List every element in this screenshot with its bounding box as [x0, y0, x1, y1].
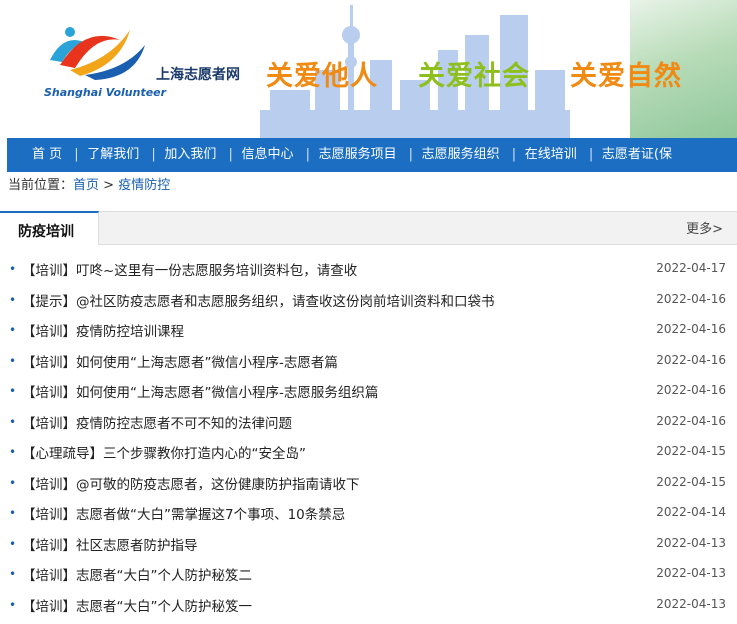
bullet-icon: •	[9, 353, 17, 368]
article-link[interactable]: 【培训】如何使用“上海志愿者”微信小程序-志愿者篇	[22, 351, 338, 371]
bullet-icon: •	[9, 384, 17, 398]
nav-item-certificate[interactable]: 志愿者证(保	[589, 138, 682, 172]
bullet-icon: •	[9, 262, 17, 276]
article-link[interactable]: 【培训】疫情防控志愿者不可不知的法律问题	[22, 412, 292, 432]
list-item: • 【培训】如何使用“上海志愿者”微信小程序-志愿者篇 2022-04-16	[0, 346, 737, 377]
bullet-icon: •	[9, 475, 17, 490]
article-link[interactable]: 【培训】志愿者“大白”个人防护秘笈一	[22, 595, 252, 615]
slogan-3: 关爱自然	[570, 61, 682, 92]
nav-corner-decoration	[0, 138, 18, 172]
nav-item-projects[interactable]: 志愿服务项目	[306, 138, 407, 172]
breadcrumb-label: 当前位置：	[8, 178, 74, 193]
list-item: • 【心理疏导】三个步骤教你打造内心的“安全岛” 2022-04-15	[0, 437, 737, 468]
panel-header: 防疫培训 更多>	[0, 211, 737, 245]
article-date: 2022-04-16	[656, 291, 726, 306]
list-item: • 【提示】@社区防疫志愿者和志愿服务组织，请查收这份岗前培训资料和口袋书 2022…	[0, 285, 737, 316]
article-link[interactable]: 【心理疏导】三个步骤教你打造内心的“安全岛”	[22, 442, 306, 462]
article-link[interactable]: 【培训】@可敬的防疫志愿者，这份健康防护指南请收下	[22, 473, 360, 493]
nav-item-join[interactable]: 加入我们	[151, 138, 226, 172]
bullet-icon: •	[9, 414, 17, 429]
article-list: • 【培训】叮咚~这里有一份志愿服务培训资料包，请查收 2022-04-17 • 【提…	[0, 254, 737, 620]
article-date: 2022-04-16	[656, 413, 726, 428]
nav-item-home[interactable]: 首 页	[22, 138, 72, 172]
article-link[interactable]: 【培训】如何使用“上海志愿者”微信小程序-志愿服务组织篇	[22, 381, 378, 401]
article-date: 2022-04-16	[656, 352, 726, 367]
slogan-1: 关爱他人	[266, 61, 378, 92]
bullet-icon: •	[9, 323, 17, 337]
bullet-icon: •	[9, 445, 17, 459]
bullet-icon: •	[9, 597, 17, 612]
list-item: • 【培训】疫情防控培训课程 2022-04-16	[0, 315, 737, 346]
article-link[interactable]: 【培训】志愿者“大白”个人防护秘笈二	[22, 564, 252, 584]
panel-title: 防疫培训	[18, 224, 74, 240]
nav-item-info[interactable]: 信息中心	[228, 138, 303, 172]
list-item: • 【培训】志愿者“大白”个人防护秘笈一 2022-04-13	[0, 590, 737, 621]
article-date: 2022-04-14	[656, 505, 726, 519]
nav-item-organizations[interactable]: 志愿服务组织	[409, 138, 510, 172]
article-date: 2022-04-15	[656, 444, 726, 458]
article-date: 2022-04-13	[656, 566, 726, 580]
bullet-icon: •	[9, 536, 17, 551]
shanghai-volunteer-logo[interactable]	[40, 20, 160, 80]
list-item: • 【培训】志愿者做“大白”需掌握这7个事项、10条禁忌 2022-04-14	[0, 498, 737, 529]
more-link[interactable]: 更多>	[686, 218, 723, 237]
nav-item-training[interactable]: 在线培训	[512, 138, 587, 172]
article-date: 2022-04-16	[656, 322, 726, 336]
nav-item-about[interactable]: 了解我们	[74, 138, 149, 172]
article-date: 2022-04-13	[656, 596, 726, 611]
site-name-en: Shanghai Volunteer	[44, 86, 167, 99]
article-link[interactable]: 【培训】叮咚~这里有一份志愿服务培训资料包，请查收	[22, 259, 357, 279]
panel-tab[interactable]: 防疫培训	[0, 211, 99, 245]
breadcrumb: 当前位置：首页 > 疫情防控	[8, 174, 170, 193]
article-date: 2022-04-16	[656, 383, 726, 397]
list-item: • 【培训】志愿者“大白”个人防护秘笈二 2022-04-13	[0, 559, 737, 590]
breadcrumb-home-link[interactable]: 首页	[73, 178, 99, 193]
article-link[interactable]: 【培训】志愿者做“大白”需掌握这7个事项、10条禁忌	[22, 503, 345, 523]
bullet-icon: •	[9, 506, 17, 520]
bullet-icon: •	[9, 567, 17, 581]
bullet-icon: •	[9, 292, 17, 307]
list-item: • 【培训】如何使用“上海志愿者”微信小程序-志愿服务组织篇 2022-04-16	[0, 376, 737, 407]
breadcrumb-separator: >	[99, 178, 119, 193]
list-item: • 【培训】疫情防控志愿者不可不知的法律问题 2022-04-16	[0, 407, 737, 438]
article-link[interactable]: 【提示】@社区防疫志愿者和志愿服务组织，请查收这份岗前培训资料和口袋书	[22, 290, 495, 310]
article-date: 2022-04-13	[656, 535, 726, 550]
article-link[interactable]: 【培训】社区志愿者防护指导	[22, 534, 198, 554]
list-item: • 【培训】社区志愿者防护指导 2022-04-13	[0, 529, 737, 560]
list-item: • 【培训】叮咚~这里有一份志愿服务培训资料包，请查收 2022-04-17	[0, 254, 737, 285]
breadcrumb-current-link[interactable]: 疫情防控	[118, 178, 170, 193]
list-item: • 【培训】@可敬的防疫志愿者，这份健康防护指南请收下 2022-04-15	[0, 468, 737, 499]
header-banner: Shanghai Volunteer 上海志愿者网 关爱他人 关爱社会 关爱自然	[0, 0, 737, 140]
article-link[interactable]: 【培训】疫情防控培训课程	[22, 320, 184, 340]
article-date: 2022-04-17	[656, 261, 726, 275]
main-nav: 首 页 了解我们 加入我们 信息中心 志愿服务项目 志愿服务组织 在线培训 志愿…	[0, 138, 737, 172]
article-date: 2022-04-15	[656, 474, 726, 489]
site-name-cn: 上海志愿者网	[156, 67, 240, 83]
slogan-2: 关爱社会	[418, 61, 530, 92]
